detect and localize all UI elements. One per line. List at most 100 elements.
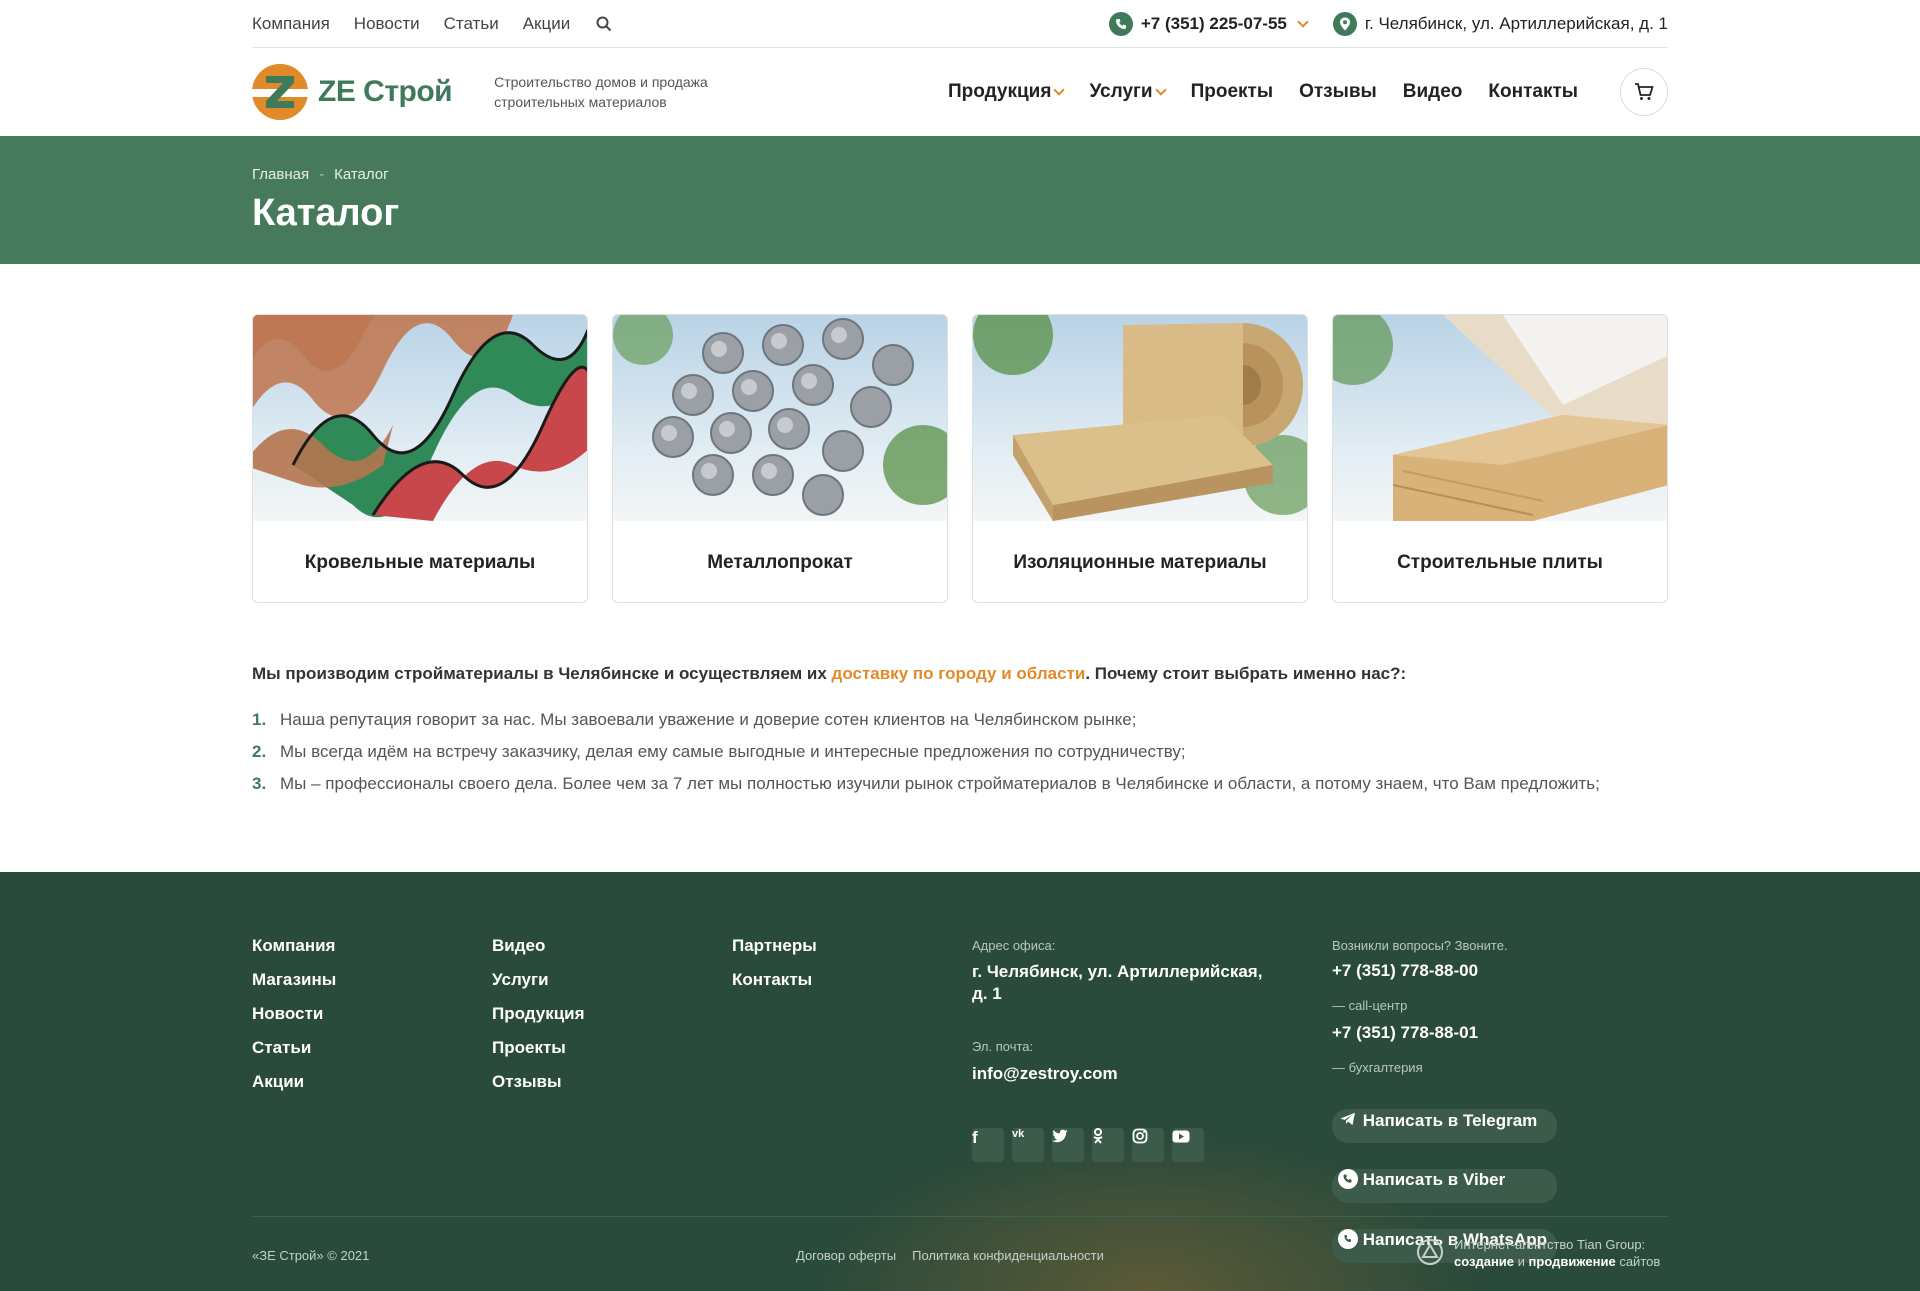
nav-video[interactable]: Видео: [1403, 81, 1463, 103]
top-nav-news[interactable]: Новости: [354, 14, 420, 34]
offer-agreement-link[interactable]: Договор оферты: [796, 1248, 896, 1263]
footer-link-promotions[interactable]: Акции: [252, 1072, 336, 1106]
odnoklassniki-icon[interactable]: [1092, 1128, 1124, 1162]
delivery-link[interactable]: доставку по городу и области: [832, 664, 1086, 683]
site-logo[interactable]: ZE Строй: [252, 64, 453, 120]
footer-divider: [252, 1216, 1668, 1217]
list-text: Наша репутация говорит за нас. Мы завоев…: [280, 710, 1137, 729]
footer-phone-callcenter[interactable]: +7 (351) 778-88-00: [1332, 961, 1557, 995]
catalog-card-title: Кровельные материалы: [304, 551, 536, 573]
footer-link-services[interactable]: Услуги: [492, 970, 585, 1004]
insulation-image: [973, 315, 1307, 521]
footer-nav-col-1: Компания Магазины Новости Статьи Акции: [252, 936, 336, 1106]
main-nav: Продукция Услуги Проекты Отзывы Видео Ко…: [948, 81, 1578, 103]
breadcrumb-home[interactable]: Главная: [252, 166, 309, 183]
footer-link-partners[interactable]: Партнеры: [732, 936, 817, 970]
footer-link-company[interactable]: Компания: [252, 936, 336, 970]
site-footer: Компания Магазины Новости Статьи Акции В…: [0, 872, 1920, 1291]
list-text: Мы – профессионалы своего дела. Более че…: [280, 774, 1600, 793]
catalog-card-title: Металлопрокат: [707, 551, 853, 573]
privacy-policy-link[interactable]: Политика конфиденциальности: [912, 1248, 1104, 1263]
catalog-card-roofing[interactable]: Кровельные материалы: [252, 314, 588, 603]
catalog-card-title: Изоляционные материалы: [1013, 551, 1267, 573]
search-icon[interactable]: [594, 14, 614, 34]
address-link[interactable]: г. Челябинск, ул. Артиллерийская, д. 1: [1332, 11, 1668, 36]
telegram-icon: [1338, 1109, 1358, 1129]
cart-button[interactable]: [1620, 68, 1668, 116]
nav-services[interactable]: Услуги: [1089, 81, 1167, 103]
viber-icon: [1338, 1169, 1358, 1189]
footer-link-reviews[interactable]: Отзывы: [492, 1072, 585, 1106]
intro-text-start: Мы производим стройматериалы в Челябинск…: [252, 664, 832, 683]
footer-nav-col-3: Партнеры Контакты: [732, 936, 817, 1004]
logo-text: ZE Строй: [318, 75, 453, 108]
telegram-button[interactable]: Написать в Telegram: [1332, 1109, 1558, 1143]
agency-text: Интернет-агентство Tian Group: создание …: [1454, 1236, 1660, 1270]
twitter-icon[interactable]: [1052, 1128, 1084, 1162]
agency-word-creation: создание: [1454, 1254, 1515, 1269]
footer-link-news[interactable]: Новости: [252, 1004, 336, 1038]
email-label: Эл. почта:: [972, 1039, 1034, 1054]
catalog-card-metal[interactable]: Металлопрокат: [612, 314, 948, 603]
top-nav-promotions[interactable]: Акции: [523, 14, 571, 34]
nav-products-label: Продукция: [948, 81, 1052, 102]
list-number: 2.: [252, 742, 267, 761]
catalog-card-title: Строительные плиты: [1397, 551, 1603, 573]
agency-credit[interactable]: Интернет-агентство Tian Group: создание …: [1416, 1236, 1660, 1270]
boards-image: [1333, 315, 1667, 521]
chevron-down-icon: [1053, 84, 1066, 96]
whatsapp-icon: [1338, 1229, 1358, 1249]
vk-icon[interactable]: vk: [1012, 1128, 1044, 1162]
catalog-card-insulation[interactable]: Изоляционные материалы: [972, 314, 1308, 603]
top-nav-company[interactable]: Компания: [252, 14, 330, 34]
viber-button[interactable]: Написать в Viber: [1332, 1169, 1558, 1203]
viber-label: Написать в Viber: [1362, 1170, 1506, 1189]
page-title: Каталог: [252, 192, 400, 234]
agency-tail: сайтов: [1619, 1254, 1661, 1269]
chevron-down-icon: [1297, 15, 1309, 28]
catalog-grid: Кровельные материалы Металлопрокат Изоля…: [252, 314, 1668, 603]
nav-contacts[interactable]: Контакты: [1488, 81, 1578, 103]
footer-office: Адрес офиса: г. Челябинск, ул. Артиллери…: [972, 938, 1272, 1162]
breadcrumb-separator: -: [319, 166, 325, 183]
agency-word-promotion: продвижение: [1528, 1254, 1616, 1269]
list-text: Мы всегда идём на встречу заказчику, дел…: [280, 742, 1186, 761]
catalog-card-boards[interactable]: Строительные плиты: [1332, 314, 1668, 603]
footer-link-contacts[interactable]: Контакты: [732, 970, 817, 1004]
footer-link-stores[interactable]: Магазины: [252, 970, 336, 1004]
chevron-down-icon: [1154, 84, 1167, 96]
office-label: Адрес офиса:: [972, 938, 1056, 953]
phone-note: — call-центр: [1332, 998, 1408, 1013]
header-contacts: +7 (351) 225-07-55 г. Челябинск, ул. Арт…: [1108, 11, 1668, 36]
roofing-image: [253, 315, 587, 521]
nav-projects[interactable]: Проекты: [1191, 81, 1273, 103]
footer-nav-col-2: Видео Услуги Продукция Проекты Отзывы: [492, 936, 585, 1106]
logo-icon: [252, 64, 308, 120]
footer-link-video[interactable]: Видео: [492, 936, 585, 970]
header-phone: +7 (351) 225-07-55: [1140, 13, 1287, 33]
telegram-label: Написать в Telegram: [1362, 1111, 1538, 1130]
intro-paragraph: Мы производим стройматериалы в Челябинск…: [252, 664, 1668, 684]
footer-link-articles[interactable]: Статьи: [252, 1038, 336, 1072]
nav-products[interactable]: Продукция: [948, 81, 1066, 103]
list-number: 3.: [252, 774, 267, 793]
footer-phone-accounting[interactable]: +7 (351) 778-88-01: [1332, 1023, 1557, 1057]
youtube-icon[interactable]: [1172, 1128, 1204, 1162]
nav-reviews[interactable]: Отзывы: [1299, 81, 1377, 103]
footer-phone-line: +7 (351) 778-88-01 — бухгалтерия: [1332, 1023, 1557, 1077]
top-nav-articles[interactable]: Статьи: [444, 14, 499, 34]
social-links: f vk: [972, 1128, 1272, 1162]
facebook-icon[interactable]: f: [972, 1128, 1004, 1162]
agency-and: и: [1517, 1254, 1525, 1269]
top-nav: Компания Новости Статьи Акции: [252, 14, 614, 34]
email-link[interactable]: info@zestroy.com: [972, 1064, 1272, 1098]
list-number: 1.: [252, 710, 267, 729]
breadcrumb-current: Каталог: [334, 166, 389, 183]
agency-line-1: Интернет-агентство Tian Group:: [1454, 1237, 1646, 1252]
footer-link-products[interactable]: Продукция: [492, 1004, 585, 1038]
page-hero: Главная - Каталог Каталог: [0, 136, 1920, 264]
footer-link-projects[interactable]: Проекты: [492, 1038, 585, 1072]
office-address: г. Челябинск, ул. Артиллерийская, д. 1: [972, 962, 1263, 1003]
phone-dropdown[interactable]: +7 (351) 225-07-55: [1108, 11, 1309, 36]
instagram-icon[interactable]: [1132, 1128, 1164, 1162]
